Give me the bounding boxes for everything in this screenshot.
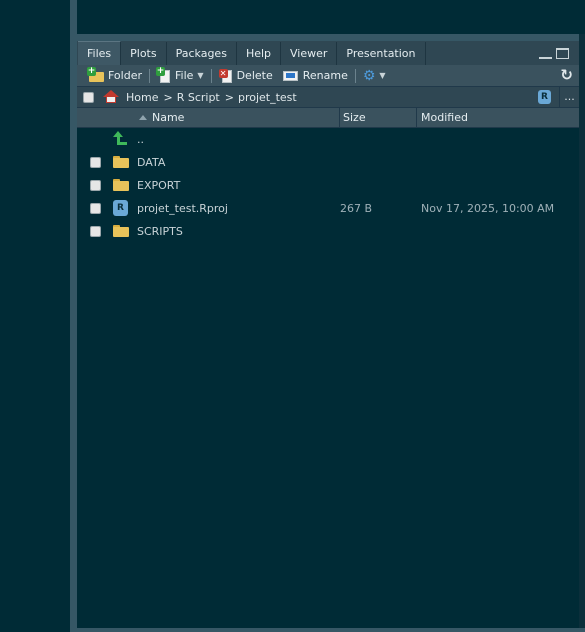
rename-label: Rename bbox=[302, 69, 348, 82]
environment-pane bbox=[77, 0, 585, 34]
file-modified: Nov 17, 2025, 10:00 AM bbox=[421, 202, 555, 215]
breadcrumb: Home > R Script > projet_test R ... bbox=[77, 87, 579, 108]
refresh-icon[interactable]: ↻ bbox=[560, 68, 573, 83]
breadcrumb-separator: > bbox=[224, 90, 234, 104]
new-file-label: File bbox=[175, 69, 194, 82]
rename-button[interactable]: Rename bbox=[278, 66, 353, 86]
breadcrumb-separator: > bbox=[163, 90, 173, 104]
toolbar-divider bbox=[149, 68, 150, 83]
chevron-down-icon: ▼ bbox=[197, 71, 204, 80]
select-all-checkbox[interactable] bbox=[83, 91, 94, 103]
go-to-directory-button[interactable]: ... bbox=[559, 87, 579, 107]
column-modified[interactable]: Modified bbox=[416, 108, 579, 128]
tab-viewer[interactable]: Viewer bbox=[281, 42, 338, 65]
up-arrow-icon bbox=[113, 131, 129, 146]
list-item-parent[interactable]: .. bbox=[77, 128, 579, 151]
column-size[interactable]: Size bbox=[339, 108, 419, 128]
tab-help[interactable]: Help bbox=[236, 42, 282, 65]
column-name[interactable]: Name bbox=[152, 108, 184, 128]
row-checkbox[interactable] bbox=[90, 157, 101, 168]
new-folder-icon: + bbox=[87, 67, 104, 82]
chevron-down-icon: ▼ bbox=[379, 71, 386, 80]
sort-ascending-icon bbox=[139, 115, 147, 120]
delete-label: Delete bbox=[236, 69, 273, 82]
breadcrumb-r-script[interactable]: R Script bbox=[177, 91, 220, 104]
new-folder-button[interactable]: + Folder bbox=[83, 66, 147, 86]
files-pane: Files Plots Packages Help Viewer Present… bbox=[77, 41, 579, 628]
pane-controls bbox=[539, 48, 569, 59]
file-size: 267 B bbox=[340, 202, 373, 215]
files-toolbar: + Folder + File ▼ ✕ Delete Rename ⚙ ▼ ↻ bbox=[77, 65, 579, 87]
horizontal-splitter[interactable] bbox=[77, 34, 585, 41]
left-pane bbox=[0, 0, 70, 632]
row-checkbox[interactable] bbox=[90, 203, 101, 214]
file-name[interactable]: EXPORT bbox=[137, 179, 180, 192]
folder-icon bbox=[113, 178, 129, 191]
file-name[interactable]: projet_test.Rproj bbox=[137, 202, 228, 215]
rproject-icon[interactable]: R bbox=[538, 90, 551, 104]
toolbar-divider bbox=[354, 68, 356, 83]
breadcrumb-home[interactable]: Home bbox=[126, 91, 158, 104]
delete-icon: ✕ bbox=[218, 68, 233, 83]
bottom-splitter[interactable] bbox=[77, 628, 585, 632]
home-icon[interactable] bbox=[103, 90, 119, 104]
rstudio-window: Files Plots Packages Help Viewer Present… bbox=[0, 0, 585, 632]
toolbar-divider bbox=[210, 68, 212, 83]
tab-plots[interactable]: Plots bbox=[121, 42, 167, 65]
folder-icon bbox=[113, 155, 129, 168]
pane-tabbar: Files Plots Packages Help Viewer Present… bbox=[77, 41, 579, 65]
pane-right-edge bbox=[579, 34, 585, 632]
new-file-icon: + bbox=[156, 66, 171, 83]
maximize-icon[interactable] bbox=[556, 48, 569, 59]
list-item[interactable]: R projet_test.Rproj 267 B Nov 17, 2025, … bbox=[77, 197, 579, 220]
tab-packages[interactable]: Packages bbox=[166, 42, 237, 65]
row-checkbox[interactable] bbox=[90, 180, 101, 191]
file-name[interactable]: .. bbox=[137, 133, 144, 146]
file-name[interactable]: SCRIPTS bbox=[137, 225, 183, 238]
vertical-splitter[interactable] bbox=[70, 0, 77, 632]
minimize-icon[interactable] bbox=[539, 52, 552, 59]
rename-icon bbox=[282, 70, 299, 82]
new-folder-label: Folder bbox=[108, 69, 142, 82]
list-item[interactable]: DATA bbox=[77, 151, 579, 174]
list-item[interactable]: EXPORT bbox=[77, 174, 579, 197]
tab-presentation[interactable]: Presentation bbox=[337, 42, 426, 65]
tab-files[interactable]: Files bbox=[78, 41, 122, 65]
row-checkbox[interactable] bbox=[90, 226, 101, 237]
more-options-button[interactable]: ⚙ ▼ bbox=[358, 66, 391, 86]
delete-button[interactable]: ✕ Delete bbox=[214, 66, 278, 86]
file-name[interactable]: DATA bbox=[137, 156, 165, 169]
folder-icon bbox=[113, 224, 129, 237]
gear-icon: ⚙ bbox=[362, 67, 376, 84]
list-item[interactable]: SCRIPTS bbox=[77, 220, 579, 243]
breadcrumb-projet-test[interactable]: projet_test bbox=[238, 91, 297, 104]
rproj-icon: R bbox=[113, 200, 128, 216]
new-file-button[interactable]: + File ▼ bbox=[152, 66, 209, 86]
file-list-header: Name Size Modified bbox=[77, 108, 579, 128]
